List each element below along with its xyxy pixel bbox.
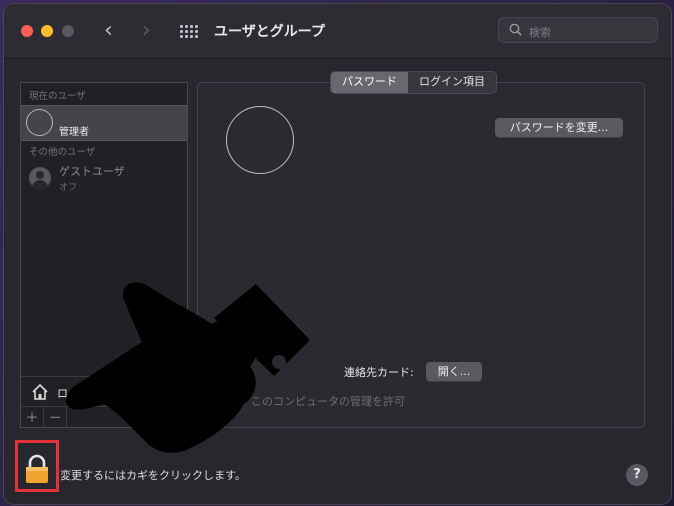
contact-card-label: 連絡先カード: <box>344 366 414 379</box>
guest-user-name: ゲストユーザ <box>59 165 125 178</box>
tab-bar: パスワード ログイン項目 <box>330 71 497 94</box>
tab-login-items[interactable]: ログイン項目 <box>408 72 496 93</box>
open-contact-card-button[interactable]: 開く... <box>426 362 482 381</box>
minimize-button[interactable] <box>41 25 53 37</box>
user-row-admin[interactable]: 管理者 <box>21 105 187 141</box>
lock-message: 変更するにはカギをクリックします。 <box>60 469 246 482</box>
close-button[interactable] <box>21 25 33 37</box>
search-field[interactable]: 検索 <box>498 17 658 43</box>
change-password-button[interactable]: パスワードを変更... <box>495 118 623 137</box>
window-title: ユーザとグループ <box>214 24 325 40</box>
help-button[interactable]: ? <box>626 464 648 486</box>
user-picture[interactable] <box>226 106 294 174</box>
user-name: 管理者 <box>59 127 89 138</box>
add-user-button[interactable]: + <box>21 407 44 428</box>
show-all-grid-icon[interactable] <box>180 25 198 39</box>
home-icon <box>32 383 48 400</box>
zoom-button[interactable] <box>62 25 74 37</box>
search-icon <box>509 23 522 36</box>
back-arrow-icon[interactable]: ‹ <box>104 18 113 43</box>
forward-arrow-icon[interactable]: › <box>142 18 151 43</box>
guest-user-icon <box>29 167 51 189</box>
search-placeholder: 検索 <box>529 26 551 39</box>
other-users-heading: その他のユーザ <box>29 147 96 158</box>
pointing-hand-icon <box>65 282 310 453</box>
lock-icon[interactable] <box>24 454 50 484</box>
avatar <box>26 109 53 136</box>
current-users-heading: 現在のユーザ <box>29 91 86 102</box>
toolbar: ‹ › ユーザとグループ 検索 <box>4 4 671 59</box>
guest-user-status: オフ <box>59 183 78 193</box>
tab-password[interactable]: パスワード <box>331 72 408 93</box>
